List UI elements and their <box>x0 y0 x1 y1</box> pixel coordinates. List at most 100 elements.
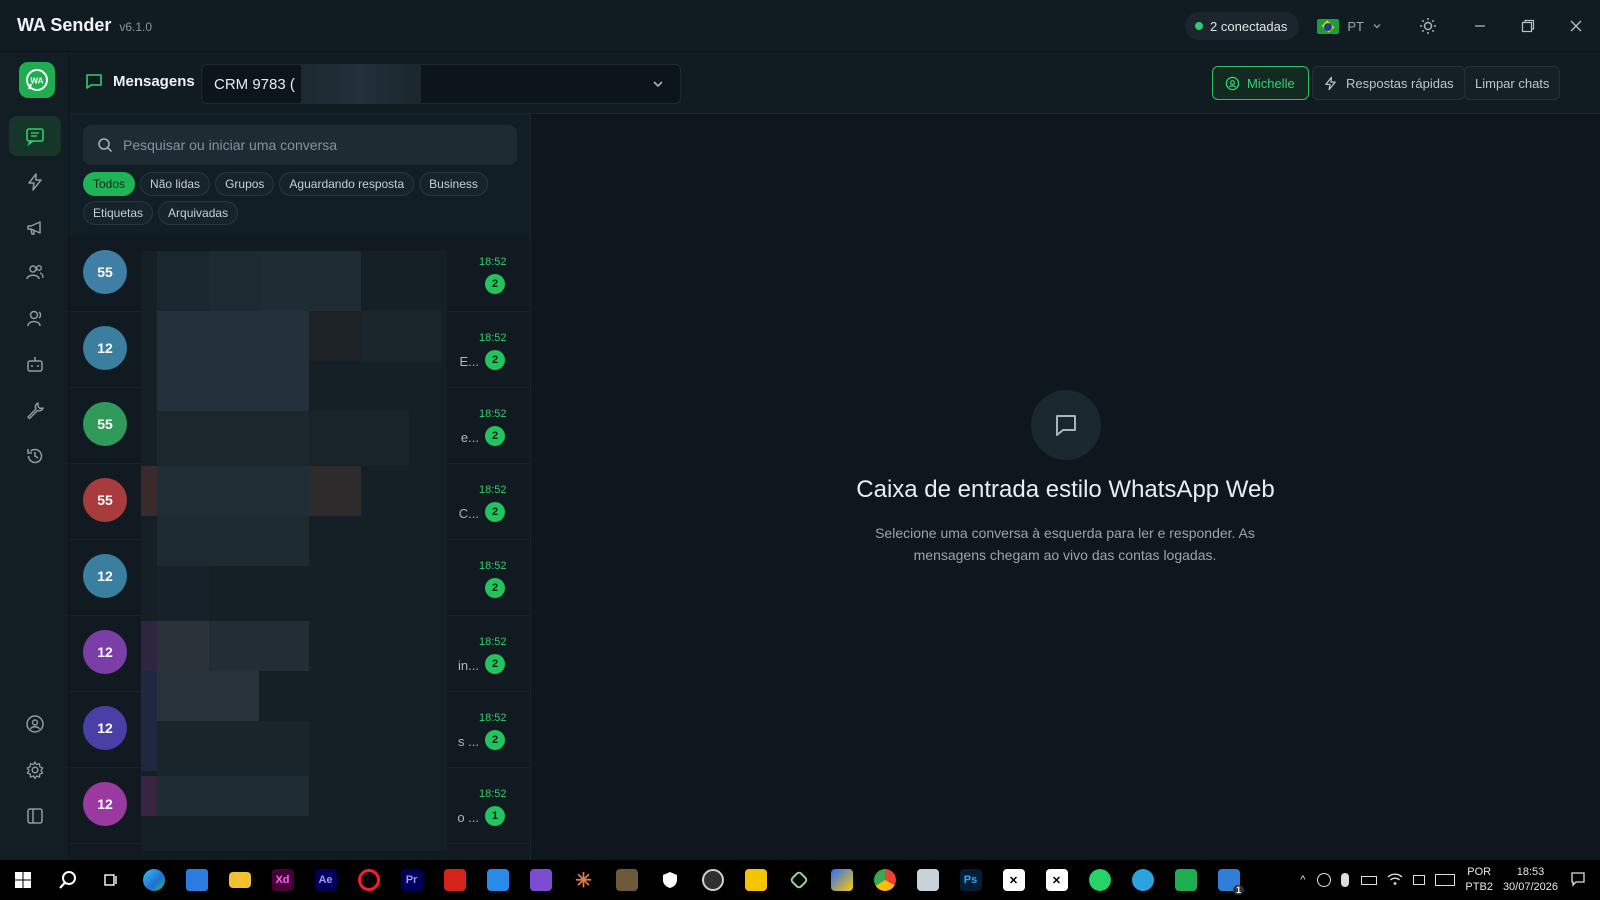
preview-tail: e... <box>460 430 479 445</box>
app-blue-icon[interactable]: 1 <box>1207 860 1250 900</box>
filter-todos[interactable]: Todos <box>83 172 136 196</box>
rail-tools[interactable] <box>9 390 61 430</box>
message-icon <box>85 72 103 90</box>
conversation-row[interactable]: 12 18:52 2 <box>69 540 530 616</box>
minimize-button[interactable] <box>1456 0 1504 52</box>
sun-icon[interactable] <box>1408 6 1448 46</box>
conversation-row[interactable]: 12 o ... 18:52 1 <box>69 768 530 844</box>
battery-icon[interactable] <box>1361 875 1378 885</box>
conversation-row[interactable]: 12 s ... 18:52 2 <box>69 692 530 768</box>
notepad-icon[interactable] <box>906 860 949 900</box>
visual-studio-icon[interactable] <box>519 860 562 900</box>
tray-keyboard-layout: PTB2 <box>1465 881 1493 893</box>
tray-language[interactable]: POR PTB2 <box>1465 865 1493 895</box>
rail-bots[interactable] <box>9 344 61 384</box>
notification-icon[interactable] <box>1570 871 1586 890</box>
camera-icon[interactable] <box>1413 875 1426 885</box>
user-circle-icon <box>1225 76 1240 90</box>
clear-chats-button[interactable]: Limpar chats <box>1464 66 1561 100</box>
os-taskbar: Xd Ae Pr ✳ Ps ✕ ✕ 1 ^ POR PTB2 18:53 30/… <box>0 860 1600 900</box>
avatar: 12 <box>83 706 127 750</box>
app-logo[interactable]: WA <box>19 62 55 98</box>
defender-icon[interactable] <box>648 860 691 900</box>
edge-icon[interactable] <box>132 860 175 900</box>
empty-state-subtitle: Selecione uma conversa à esquerda para l… <box>875 525 1255 563</box>
page-title: Mensagens <box>85 72 195 90</box>
svg-text:WA: WA <box>31 77 44 86</box>
capcut-icon[interactable]: ✕ <box>992 860 1035 900</box>
users-icon <box>26 265 44 280</box>
app-version: v6.1.0 <box>119 20 153 34</box>
telegram-icon[interactable] <box>1121 860 1164 900</box>
quick-replies-button[interactable]: Respostas rápidas <box>1312 66 1465 100</box>
keyboard-icon[interactable] <box>1435 874 1456 886</box>
obs-icon[interactable] <box>691 860 734 900</box>
filter-arquivadas[interactable]: Arquivadas <box>158 201 239 225</box>
chevron-up-icon[interactable]: ^ <box>1300 874 1305 886</box>
filter-aguardando-resposta[interactable]: Aguardando resposta <box>279 172 415 196</box>
rail-collapse[interactable] <box>9 796 61 836</box>
megaphone-icon <box>27 221 41 235</box>
app-icon[interactable] <box>605 860 648 900</box>
avatar: 55 <box>83 250 127 294</box>
filter-business[interactable]: Business <box>419 172 488 196</box>
wifi-icon[interactable] <box>1387 872 1403 889</box>
chrome-icon[interactable] <box>863 860 906 900</box>
connected-label: 2 conectadas <box>1210 18 1288 34</box>
attendant-button[interactable]: Michelle <box>1212 66 1309 100</box>
rail-automations[interactable] <box>9 162 61 202</box>
conversation-time: 18:52 <box>479 332 507 344</box>
app-green-icon[interactable] <box>777 860 820 900</box>
whatsapp-icon[interactable] <box>1078 860 1121 900</box>
conversation-row[interactable]: 12 E... 18:52 2 <box>69 312 530 388</box>
claude-icon[interactable]: ✳ <box>562 860 605 900</box>
outlook-icon[interactable] <box>476 860 519 900</box>
rail-groups[interactable] <box>9 298 61 338</box>
mic-icon[interactable] <box>1341 873 1350 887</box>
file-explorer-icon[interactable] <box>218 860 261 900</box>
wrench-icon <box>27 402 44 420</box>
conversation-row[interactable]: 55 e... 18:52 2 <box>69 388 530 464</box>
acrobat-icon[interactable] <box>433 860 476 900</box>
account-select[interactable]: CRM 9783 ( <box>201 64 681 104</box>
filter-etiquetas[interactable]: Etiquetas <box>83 201 154 225</box>
filter-nao-lidas[interactable]: Não lidas <box>140 172 211 196</box>
after-effects-icon[interactable]: Ae <box>304 860 347 900</box>
sidebar-collapse-icon <box>27 808 43 824</box>
search-box[interactable] <box>83 125 517 165</box>
store-icon[interactable] <box>175 860 218 900</box>
rail-contacts[interactable] <box>9 252 61 292</box>
app-yellow-icon[interactable] <box>734 860 777 900</box>
rail-settings[interactable] <box>9 750 61 790</box>
tray-icon[interactable] <box>1317 873 1332 887</box>
photoshop-icon[interactable]: Ps <box>949 860 992 900</box>
conversation-row[interactable]: 12 in... 18:52 2 <box>69 616 530 692</box>
search-input[interactable] <box>123 137 503 153</box>
wa-sender-icon[interactable] <box>1164 860 1207 900</box>
rail-inbox[interactable] <box>9 116 61 156</box>
close-button[interactable] <box>1552 0 1600 52</box>
conversation-time: 18:52 <box>479 560 507 572</box>
capcut-icon[interactable] <box>820 860 863 900</box>
premiere-icon[interactable]: Pr <box>390 860 433 900</box>
maximize-button[interactable] <box>1504 0 1552 52</box>
preview-tail: C... <box>458 506 479 521</box>
rail-campaigns[interactable] <box>9 208 61 248</box>
xd-icon[interactable]: Xd <box>261 860 304 900</box>
tray-clock[interactable]: 18:53 30/07/2026 <box>1503 865 1558 895</box>
filter-grupos[interactable]: Grupos <box>215 172 275 196</box>
conversation-row[interactable]: 55 C... 18:52 2 <box>69 464 530 540</box>
conversation-row[interactable]: 55 18:52 2 <box>69 236 530 312</box>
search-icon[interactable] <box>46 860 89 900</box>
opera-icon[interactable] <box>347 860 390 900</box>
windows-start-icon[interactable] <box>0 860 46 900</box>
rail-account[interactable] <box>9 704 61 744</box>
unread-badge: 2 <box>485 730 505 750</box>
conversation-time: 18:52 <box>479 788 507 800</box>
language-selector[interactable]: PT <box>1317 18 1382 34</box>
task-view-icon[interactable] <box>89 860 132 900</box>
capcut-icon[interactable]: ✕ <box>1035 860 1078 900</box>
rail-history[interactable] <box>9 436 61 476</box>
system-tray: ^ POR PTB2 18:53 30/07/2026 <box>1300 860 1600 900</box>
connected-status[interactable]: 2 conectadas <box>1185 12 1300 40</box>
